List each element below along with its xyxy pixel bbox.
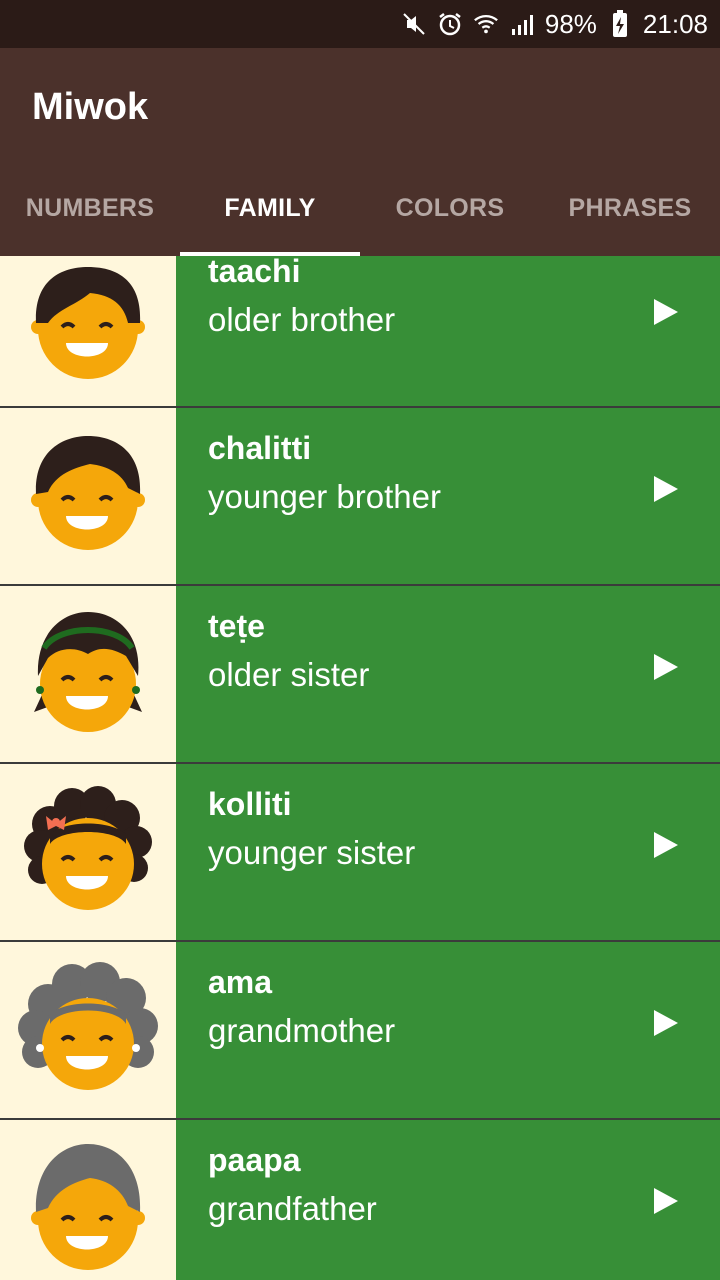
list-item-content[interactable]: taachi older brother bbox=[176, 256, 720, 407]
english-translation: older sister bbox=[208, 656, 370, 693]
list-item[interactable]: ama grandmother bbox=[0, 942, 720, 1118]
english-translation: older brother bbox=[208, 301, 396, 338]
alarm-icon bbox=[437, 11, 463, 37]
list-item-content[interactable]: chalitti younger brother bbox=[176, 408, 720, 584]
grandmother-icon bbox=[0, 942, 176, 1118]
miwok-word: taachi bbox=[208, 256, 301, 289]
clock: 21:08 bbox=[642, 8, 708, 39]
status-bar: 98% 21:08 bbox=[0, 0, 720, 48]
play-icon[interactable] bbox=[652, 652, 680, 682]
play-icon[interactable] bbox=[652, 1186, 680, 1216]
english-translation: grandfather bbox=[208, 1190, 377, 1227]
miwok-word: kolliti bbox=[208, 786, 292, 822]
list-item-content[interactable]: paapa grandfather bbox=[176, 1120, 720, 1280]
younger-sister-icon bbox=[0, 764, 176, 940]
app-title: Miwok bbox=[32, 86, 149, 128]
mute-icon bbox=[401, 11, 427, 37]
younger-brother-icon bbox=[0, 408, 176, 584]
play-icon[interactable] bbox=[652, 297, 680, 327]
list-item[interactable]: paapa grandfather bbox=[0, 1120, 720, 1280]
list-item[interactable]: chalitti younger brother bbox=[0, 408, 720, 584]
english-translation: younger brother bbox=[208, 478, 441, 515]
list-item[interactable]: teṭe older sister bbox=[0, 586, 720, 762]
older-brother-icon bbox=[0, 256, 176, 407]
play-icon[interactable] bbox=[652, 474, 680, 504]
play-icon[interactable] bbox=[652, 1008, 680, 1038]
battery-percent: 98% bbox=[544, 8, 597, 39]
miwok-word: teṭe bbox=[208, 608, 265, 644]
miwok-word: ama bbox=[208, 964, 273, 1000]
list-item-content[interactable]: teṭe older sister bbox=[176, 586, 720, 762]
tab-family[interactable]: FAMILY bbox=[180, 160, 360, 256]
wifi-icon bbox=[473, 11, 499, 37]
tab-numbers[interactable]: NUMBERS bbox=[0, 160, 180, 256]
word-list[interactable]: taachi older brother chalitti younger br… bbox=[0, 256, 720, 1280]
list-item[interactable]: taachi older brother bbox=[0, 256, 720, 407]
signal-icon bbox=[509, 11, 535, 37]
miwok-word: chalitti bbox=[208, 430, 312, 466]
english-translation: younger sister bbox=[208, 834, 416, 871]
list-item[interactable]: kolliti younger sister bbox=[0, 764, 720, 940]
battery-charging-icon bbox=[607, 10, 633, 37]
tab-colors[interactable]: COLORS bbox=[360, 160, 540, 256]
grandfather-icon bbox=[0, 1120, 176, 1280]
older-sister-icon bbox=[0, 586, 176, 762]
play-icon[interactable] bbox=[652, 830, 680, 860]
list-item-content[interactable]: kolliti younger sister bbox=[176, 764, 720, 940]
tab-bar: NUMBERS FAMILY COLORS PHRASES bbox=[0, 160, 720, 256]
miwok-word: paapa bbox=[208, 1142, 301, 1178]
english-translation: grandmother bbox=[208, 1012, 396, 1049]
list-item-content[interactable]: ama grandmother bbox=[176, 942, 720, 1118]
status-icons: 98% 21:08 bbox=[401, 0, 708, 48]
tab-phrases[interactable]: PHRASES bbox=[540, 160, 720, 256]
app-bar: Miwok NUMBERS FAMILY COLORS PHRASES bbox=[0, 48, 720, 256]
